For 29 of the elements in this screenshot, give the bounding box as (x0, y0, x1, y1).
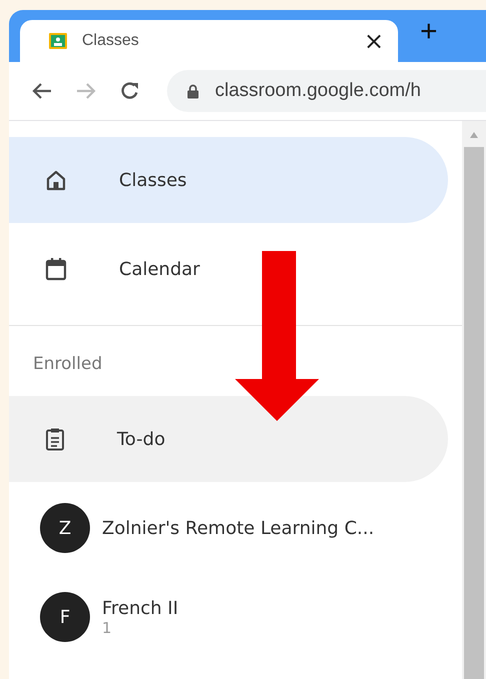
new-tab-button[interactable]: + (398, 17, 460, 55)
todo-item[interactable]: To-do (9, 396, 448, 482)
home-icon (45, 169, 67, 191)
classroom-logo-icon (48, 31, 68, 51)
lock-icon (187, 84, 199, 98)
class-item[interactable]: Z Zolnier's Remote Learning C... (9, 485, 448, 571)
address-bar[interactable]: classroom.google.com/h (167, 70, 486, 112)
section-heading: Enrolled (32, 353, 104, 376)
item-label: French II (102, 598, 178, 618)
close-tab-button[interactable]: × (364, 29, 384, 53)
reload-icon[interactable] (119, 80, 141, 102)
nav-item[interactable]: Classes (9, 137, 448, 223)
scroll-up-icon[interactable] (469, 131, 479, 139)
item-label: To-do (117, 428, 166, 450)
nav-item[interactable]: Calendar (9, 226, 448, 312)
class-avatar: Z (40, 503, 90, 553)
class-item[interactable]: F French II 1 (9, 574, 448, 660)
class-avatar: F (40, 592, 90, 642)
item-count: 1 (102, 618, 113, 636)
url-text: classroom.google.com/h (215, 80, 421, 102)
item-label: Zolnier's Remote Learning C... (102, 518, 374, 538)
clipboard-icon (45, 427, 65, 451)
calendar-icon (45, 257, 67, 281)
scrollbar[interactable] (462, 121, 486, 679)
scrollbar-thumb[interactable] (464, 147, 484, 679)
browser-tab[interactable]: Classes × (20, 20, 398, 62)
tab-title: Classes (82, 32, 140, 50)
back-icon[interactable] (31, 82, 53, 100)
forward-icon[interactable] (75, 82, 97, 100)
